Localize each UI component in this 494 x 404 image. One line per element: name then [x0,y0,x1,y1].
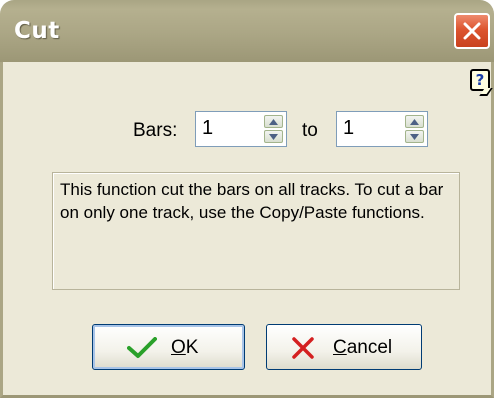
to-label: to [302,120,318,141]
bars-label: Bars: [133,120,178,141]
close-button[interactable] [454,13,490,49]
bars-to-value[interactable]: 1 [343,117,354,140]
arrow-up-icon [269,119,278,125]
bars-from-up-button[interactable] [264,115,283,128]
check-icon [127,337,157,358]
arrow-up-icon [410,119,419,125]
dialog-title: Cut [14,18,60,44]
bars-from-value[interactable]: 1 [202,117,213,140]
help-icon[interactable]: ? [470,69,490,91]
info-panel: This function cut the bars on all tracks… [52,172,460,290]
title-bar[interactable]: Cut [0,0,494,62]
arrow-down-icon [269,134,278,140]
bars-from-down-button[interactable] [264,130,283,143]
cut-dialog: Cut ? Bars: 1 to 1 This function cut the… [0,0,494,398]
info-text: This function cut the bars on all tracks… [60,180,444,222]
ok-mnemonic: O [171,337,186,358]
close-icon [463,22,481,40]
bars-to-up-button[interactable] [405,115,424,128]
ok-label: OK [171,337,198,359]
bars-to-spinner[interactable]: 1 [336,111,428,147]
cancel-mnemonic: C [333,337,347,358]
help-glyph: ? [475,71,485,89]
arrow-down-icon [410,134,419,140]
cancel-button[interactable]: Cancel [266,324,422,370]
ok-label-rest: K [185,337,199,358]
cancel-label: Cancel [333,337,392,359]
bars-to-down-button[interactable] [405,130,424,143]
ok-button[interactable]: OK [92,324,245,370]
bars-from-spinner[interactable]: 1 [195,111,287,147]
cancel-label-rest: ancel [346,337,393,358]
red-x-icon [292,337,314,359]
